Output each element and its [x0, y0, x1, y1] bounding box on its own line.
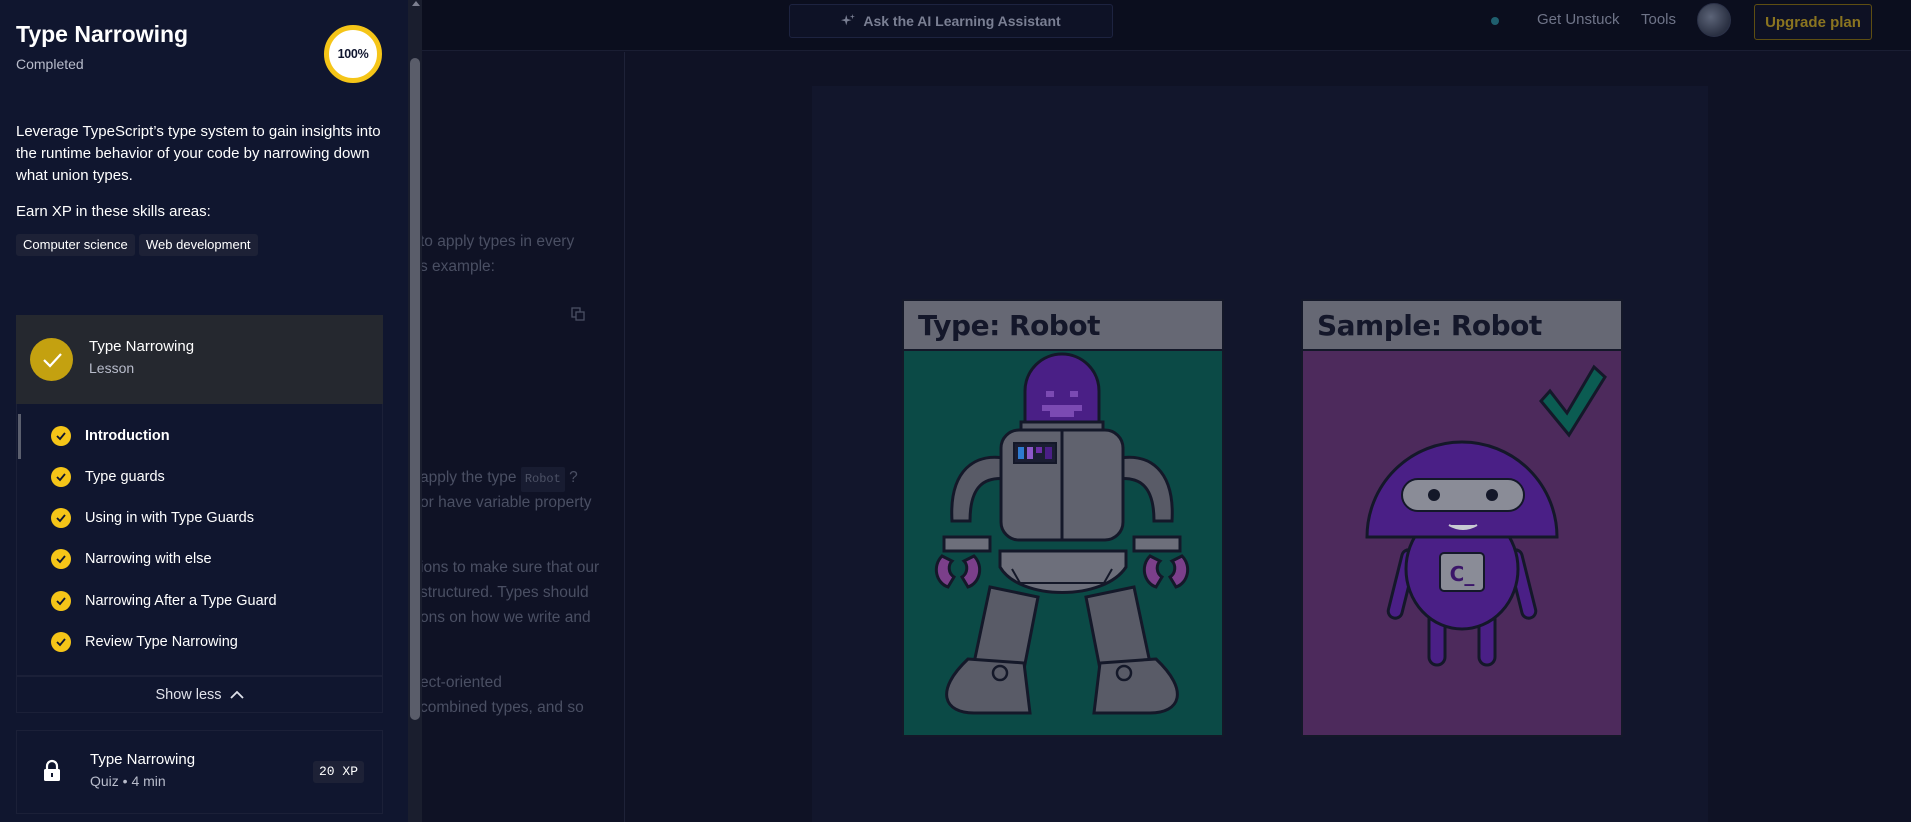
- lesson-sublist: Introduction Type guards Using in with T…: [16, 404, 383, 676]
- tools-link[interactable]: Tools: [1641, 11, 1676, 28]
- status-dot: [1491, 17, 1499, 25]
- robot-illustration: [934, 352, 1190, 715]
- check-circle-icon: [51, 632, 71, 652]
- sublist-item-label: Review Type Narrowing: [85, 634, 238, 650]
- quiz-meta: Quiz • 4 min: [90, 773, 166, 789]
- ai-assistant-label: Ask the AI Learning Assistant: [863, 13, 1061, 29]
- sample-robot-illustration: C_: [1365, 364, 1607, 667]
- sublist-item-label: Type guards: [85, 469, 165, 485]
- sublist-item-narrowing-else[interactable]: Narrowing with else: [51, 547, 212, 571]
- content-text: ions to make sure that our: [420, 559, 600, 576]
- sparkle-icon: [841, 14, 856, 26]
- sublist-item-introduction[interactable]: Introduction: [51, 424, 170, 448]
- sublist-item-label: Narrowing with else: [85, 551, 212, 567]
- content-text: or have variable property: [420, 494, 592, 511]
- card-body: [904, 351, 1222, 735]
- card-title: Sample: Robot: [1303, 301, 1621, 351]
- chevron-up-icon: [229, 690, 244, 699]
- lesson-complete-check: [30, 338, 73, 381]
- avatar[interactable]: [1697, 3, 1731, 37]
- sublist-item-narrowing-after[interactable]: Narrowing After a Type Guard: [51, 589, 277, 613]
- show-less-label: Show less: [155, 686, 222, 703]
- lock-icon: [44, 759, 60, 781]
- content-text-span: ?: [564, 469, 578, 486]
- type-robot-card: Type: Robot: [902, 299, 1224, 737]
- check-circle-icon: [51, 549, 71, 569]
- upgrade-plan-button[interactable]: Upgrade plan: [1754, 4, 1872, 40]
- content-text: apply the type Robot ?: [420, 465, 610, 492]
- panel-status: Completed: [16, 56, 84, 72]
- panel-description: Leverage TypeScript’s type system to gai…: [16, 123, 381, 184]
- inline-code: Robot: [520, 467, 565, 492]
- lesson-type: Lesson: [89, 360, 135, 376]
- content-text: ons on how we write and: [420, 609, 591, 626]
- sublist-item-type-guards[interactable]: Type guards: [51, 465, 165, 489]
- scroll-up-arrow-icon[interactable]: [412, 1, 420, 6]
- lesson-panel: Type Narrowing Completed 100% Leverage T…: [0, 0, 408, 822]
- check-circle-icon: [51, 591, 71, 611]
- card-body: C_: [1303, 351, 1621, 735]
- content-text: to apply types in every: [420, 233, 575, 250]
- quiz-card[interactable]: Type Narrowing Quiz • 4 min 20 XP: [16, 730, 383, 814]
- show-less-button[interactable]: Show less: [17, 676, 382, 712]
- active-item-indicator: [18, 414, 21, 459]
- show-less-container: Show less: [16, 676, 383, 713]
- check-circle-icon: [51, 508, 71, 528]
- earn-xp-label: Earn XP in these skills areas:: [16, 203, 211, 220]
- sublist-item-label: Narrowing After a Type Guard: [85, 593, 277, 609]
- skill-chip[interactable]: Web development: [139, 234, 258, 256]
- lesson-card[interactable]: Type Narrowing Lesson: [16, 315, 383, 404]
- scrollbar-thumb[interactable]: [410, 58, 420, 720]
- badge-text: C_: [1450, 562, 1475, 586]
- checkmark-icon: [42, 352, 62, 368]
- sublist-item-review[interactable]: Review Type Narrowing: [51, 630, 238, 654]
- lesson-name: Type Narrowing: [89, 338, 195, 355]
- content-text: ect-oriented: [420, 674, 502, 691]
- skill-chip[interactable]: Computer science: [16, 234, 135, 256]
- sample-robot-card: Sample: Robot C_: [1301, 299, 1623, 737]
- content-text: s example:: [420, 258, 495, 275]
- check-circle-icon: [51, 426, 71, 446]
- copy-icon[interactable]: [571, 307, 585, 321]
- quiz-name: Type Narrowing: [90, 751, 196, 768]
- content-text-span: apply the type: [420, 469, 521, 486]
- check-circle-icon: [51, 467, 71, 487]
- card-title: Type: Robot: [904, 301, 1222, 351]
- ai-assistant-button[interactable]: Ask the AI Learning Assistant: [789, 4, 1113, 38]
- quiz-xp-badge: 20 XP: [313, 761, 365, 783]
- get-unstuck-link[interactable]: Get Unstuck: [1537, 11, 1620, 28]
- sublist-item-using-in[interactable]: Using in with Type Guards: [51, 506, 254, 530]
- content-text: combined types, and so: [420, 699, 584, 716]
- content-text: structured. Types should: [420, 584, 589, 601]
- sublist-item-label: Introduction: [85, 428, 170, 444]
- progress-ring: 100%: [324, 25, 382, 83]
- progress-label: 100%: [337, 47, 369, 61]
- panel-title: Type Narrowing: [16, 21, 189, 47]
- sublist-item-label: Using in with Type Guards: [85, 510, 254, 526]
